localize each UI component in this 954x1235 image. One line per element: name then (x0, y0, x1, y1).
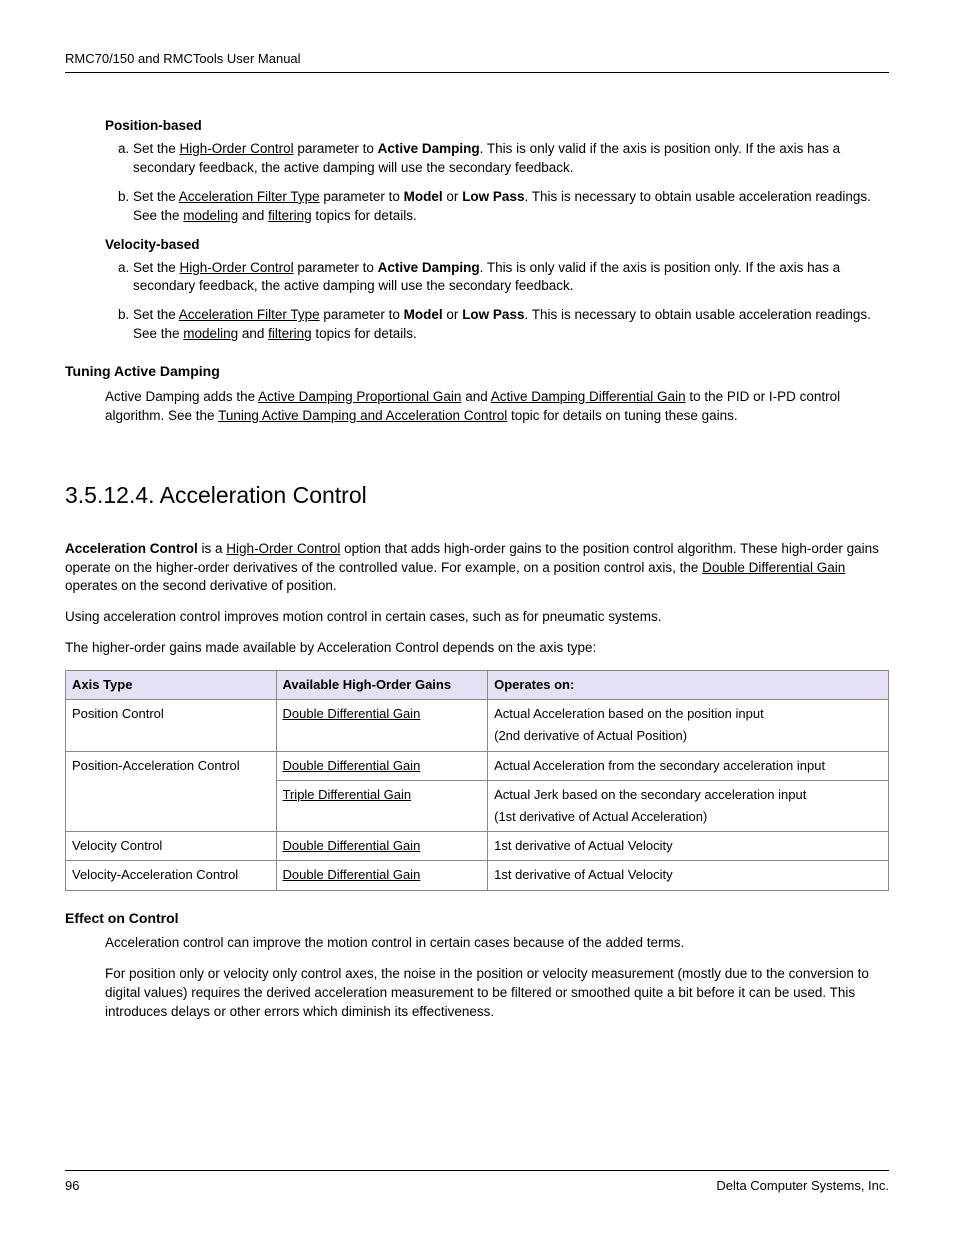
tuning-active-damping-heading: Tuning Active Damping (65, 362, 889, 382)
link-acceleration-filter-type[interactable]: Acceleration Filter Type (179, 189, 320, 204)
velocity-based-item-a: Set the High-Order Control parameter to … (133, 259, 889, 297)
position-based-list: Set the High-Order Control parameter to … (105, 140, 889, 226)
link-tuning-topic[interactable]: Tuning Active Damping and Acceleration C… (218, 408, 507, 423)
velocity-based-item-b: Set the Acceleration Filter Type paramet… (133, 306, 889, 344)
link-modeling[interactable]: modeling (183, 326, 238, 341)
position-based-item-b: Set the Acceleration Filter Type paramet… (133, 188, 889, 226)
table-header-operates: Operates on: (488, 671, 889, 700)
link-double-differential-gain[interactable]: Double Differential Gain (702, 560, 845, 575)
gains-table: Axis Type Available High-Order Gains Ope… (65, 670, 889, 891)
accel-paragraph-1: Acceleration Control is a High-Order Con… (65, 540, 889, 597)
velocity-based-heading: Velocity-based (105, 236, 889, 255)
table-row: Position Control Double Differential Gai… (66, 700, 889, 751)
link-double-differential-gain[interactable]: Double Differential Gain (283, 758, 421, 773)
company-name: Delta Computer Systems, Inc. (716, 1177, 889, 1195)
table-row: Position-Acceleration Control Double Dif… (66, 751, 889, 780)
accel-paragraph-2: Using acceleration control improves moti… (65, 608, 889, 627)
effect-on-control-heading: Effect on Control (65, 909, 889, 929)
link-active-damping-differential-gain[interactable]: Active Damping Differential Gain (491, 389, 686, 404)
link-double-differential-gain[interactable]: Double Differential Gain (283, 706, 421, 721)
acceleration-control-heading: 3.5.12.4. Acceleration Control (65, 479, 889, 511)
position-based-heading: Position-based (105, 117, 889, 136)
link-modeling[interactable]: modeling (183, 208, 238, 223)
effect-paragraph-2: For position only or velocity only contr… (105, 965, 889, 1022)
link-double-differential-gain[interactable]: Double Differential Gain (283, 867, 421, 882)
link-acceleration-filter-type[interactable]: Acceleration Filter Type (179, 307, 320, 322)
velocity-based-list: Set the High-Order Control parameter to … (105, 259, 889, 345)
position-based-item-a: Set the High-Order Control parameter to … (133, 140, 889, 178)
tuning-paragraph: Active Damping adds the Active Damping P… (105, 388, 889, 426)
link-active-damping-proportional-gain[interactable]: Active Damping Proportional Gain (258, 389, 461, 404)
table-row: Velocity-Acceleration Control Double Dif… (66, 861, 889, 890)
link-high-order-control[interactable]: High-Order Control (180, 141, 294, 156)
page-number: 96 (65, 1177, 79, 1195)
link-filtering[interactable]: filtering (268, 208, 312, 223)
link-triple-differential-gain[interactable]: Triple Differential Gain (283, 787, 412, 802)
table-header-gains: Available High-Order Gains (276, 671, 488, 700)
link-high-order-control[interactable]: High-Order Control (226, 541, 340, 556)
page-footer: 96 Delta Computer Systems, Inc. (65, 1170, 889, 1195)
table-row: Velocity Control Double Differential Gai… (66, 832, 889, 861)
accel-paragraph-3: The higher-order gains made available by… (65, 639, 889, 658)
effect-paragraph-1: Acceleration control can improve the mot… (105, 934, 889, 953)
link-high-order-control[interactable]: High-Order Control (180, 260, 294, 275)
page-header: RMC70/150 and RMCTools User Manual (65, 50, 889, 73)
link-filtering[interactable]: filtering (268, 326, 312, 341)
table-header-axis-type: Axis Type (66, 671, 277, 700)
link-double-differential-gain[interactable]: Double Differential Gain (283, 838, 421, 853)
